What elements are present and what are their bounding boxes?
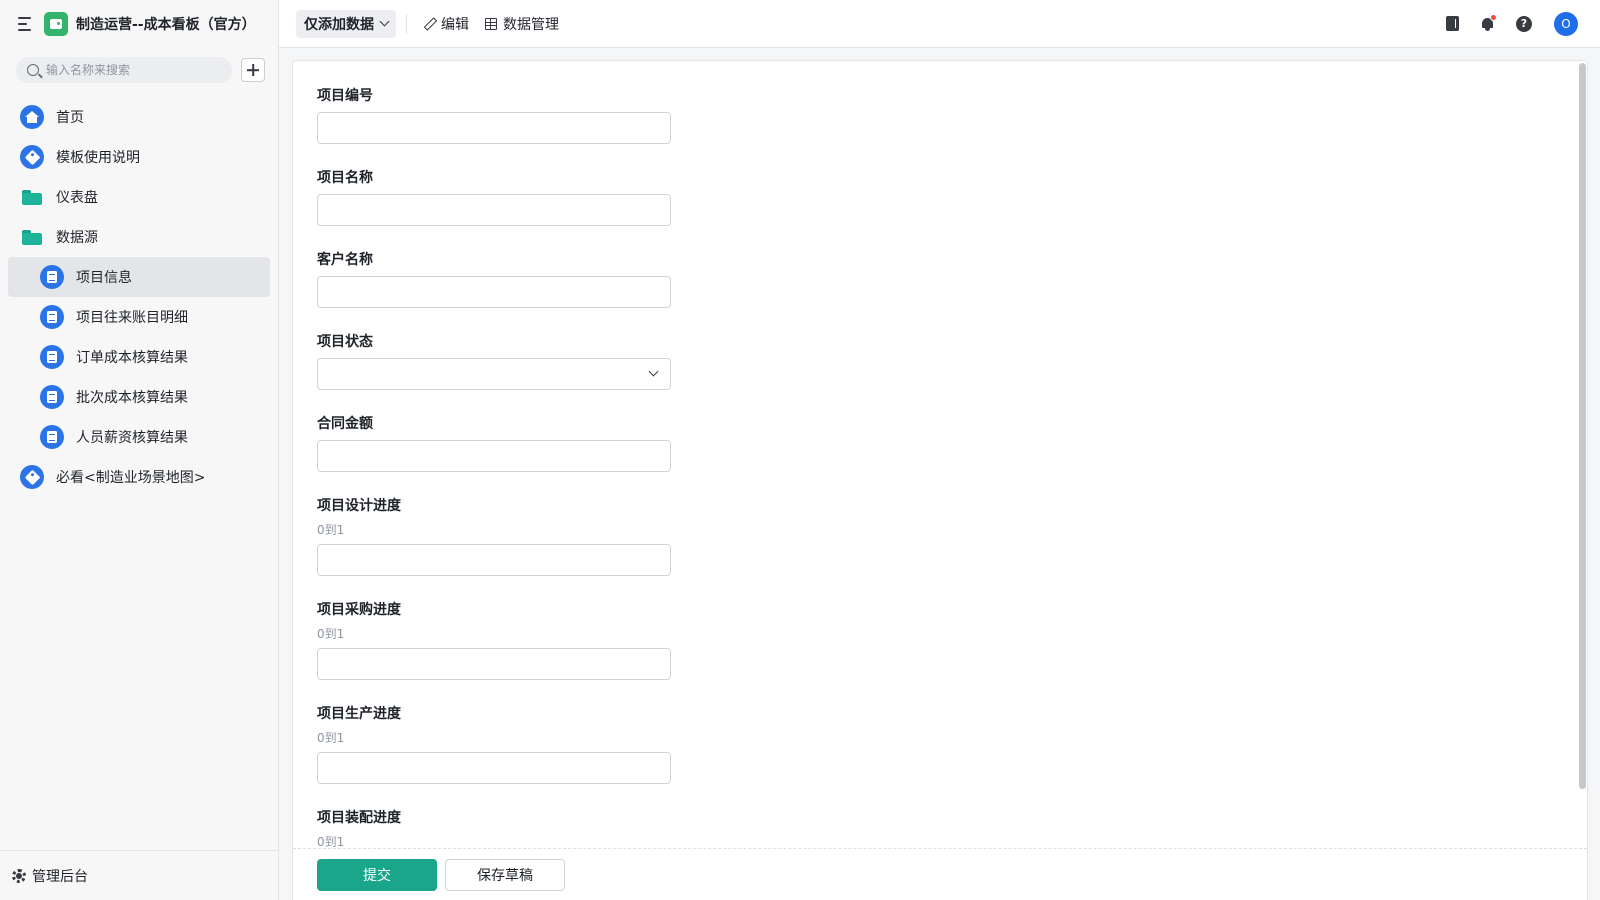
search-input[interactable]	[46, 63, 216, 77]
field-label: 项目采购进度	[317, 602, 401, 618]
notification-button[interactable]	[1481, 13, 1497, 31]
record-form: 项目编号 项目名称 客户名称 项目状态 合同金额 项目设计进度 0到1 项目采购…	[292, 60, 1588, 900]
procurement-progress-input[interactable]	[317, 648, 671, 680]
submit-button[interactable]: 提交	[317, 858, 437, 891]
field-hint: 0到1	[317, 731, 345, 745]
sidebar-item-label: 项目往来账目明细	[76, 310, 188, 326]
sidebar: 制造运营--成本看板（官方） 首页 模板使用说明 仪表盘 数据源 项目信息	[0, 0, 279, 900]
sidebar-item-project-accounts[interactable]: 项目往来账目明细	[8, 297, 270, 337]
field-label: 项目生产进度	[317, 706, 401, 722]
sidebar-item-datasource[interactable]: 数据源	[8, 217, 270, 257]
project-status-value[interactable]	[317, 358, 671, 390]
tag-icon	[20, 145, 44, 169]
sidebar-item-salary[interactable]: 人员薪资核算结果	[8, 417, 270, 457]
field-label: 项目状态	[317, 334, 373, 350]
document-icon	[40, 345, 64, 369]
field-hint: 0到1	[317, 627, 345, 641]
sidebar-item-label: 人员薪资核算结果	[76, 430, 188, 446]
field-hint: 0到1	[317, 835, 345, 848]
sidebar-item-guide[interactable]: 模板使用说明	[8, 137, 270, 177]
folder-icon	[20, 185, 44, 209]
project-status-select[interactable]	[317, 358, 671, 390]
search-box[interactable]	[16, 57, 232, 83]
project-name-input[interactable]	[317, 194, 671, 226]
field-label: 项目装配进度	[317, 810, 401, 826]
book-icon[interactable]	[1446, 16, 1459, 31]
field-label: 项目名称	[317, 170, 373, 186]
save-draft-button[interactable]: 保存草稿	[445, 858, 565, 891]
edit-button[interactable]: 编辑	[417, 10, 477, 38]
home-icon	[20, 105, 44, 129]
mode-dropdown[interactable]: 仅添加数据	[296, 9, 396, 38]
topbar: 仅添加数据 编辑 数据管理 ? O	[279, 0, 1600, 48]
help-icon[interactable]: ?	[1516, 15, 1532, 32]
form-footer: 提交 保存草稿	[293, 848, 1587, 900]
search-row	[0, 48, 278, 83]
sidebar-item-label: 数据源	[56, 230, 98, 246]
mode-dropdown-label: 仅添加数据	[304, 16, 374, 33]
data-manage-button[interactable]: 数据管理	[477, 10, 567, 38]
document-icon	[40, 265, 64, 289]
sidebar-item-label: 订单成本核算结果	[76, 350, 188, 366]
sidebar-item-label: 仪表盘	[56, 190, 98, 206]
tag-icon	[20, 465, 44, 489]
sidebar-item-dashboard[interactable]: 仪表盘	[8, 177, 270, 217]
sidebar-item-order-cost[interactable]: 订单成本核算结果	[8, 337, 270, 377]
form-scroll-area: 项目编号 项目名称 客户名称 项目状态 合同金额 项目设计进度 0到1 项目采购…	[293, 61, 1587, 848]
field-procurement-progress: 项目采购进度 0到1	[317, 599, 1563, 680]
avatar[interactable]: O	[1554, 11, 1578, 36]
field-project-name: 项目名称	[317, 167, 1563, 226]
scrollbar[interactable]	[1577, 61, 1587, 849]
field-customer-name: 客户名称	[317, 249, 1563, 308]
customer-name-input[interactable]	[317, 276, 671, 308]
add-button[interactable]	[241, 58, 265, 82]
field-label: 项目设计进度	[317, 498, 401, 514]
app-logo-icon	[44, 12, 68, 36]
app-title: 制造运营--成本看板（官方）	[76, 17, 256, 33]
sidebar-item-must-see[interactable]: 必看<制造业场景地图>	[8, 457, 270, 497]
field-assembly-progress: 项目装配进度 0到1	[317, 807, 1563, 848]
sidebar-item-label: 批次成本核算结果	[76, 390, 188, 406]
sidebar-item-label: 必看<制造业场景地图>	[56, 470, 206, 486]
sidebar-nav: 首页 模板使用说明 仪表盘 数据源 项目信息 项目往来账目明细 订单成本核算结果	[0, 97, 278, 497]
divider	[406, 13, 407, 34]
admin-console-link[interactable]: 管理后台	[0, 850, 278, 900]
document-icon	[40, 385, 64, 409]
gear-icon	[12, 868, 26, 883]
document-icon	[40, 425, 64, 449]
field-production-progress: 项目生产进度 0到1	[317, 703, 1563, 784]
field-label: 客户名称	[317, 252, 373, 268]
field-project-status: 项目状态	[317, 331, 1563, 390]
document-icon	[40, 305, 64, 329]
pencil-icon	[425, 18, 436, 29]
table-icon	[485, 17, 497, 30]
scrollbar-thumb[interactable]	[1579, 63, 1586, 789]
field-design-progress: 项目设计进度 0到1	[317, 495, 1563, 576]
field-label: 项目编号	[317, 88, 373, 104]
search-icon	[27, 64, 39, 76]
contract-amount-input[interactable]	[317, 440, 671, 472]
edit-button-label: 编辑	[441, 16, 469, 33]
topbar-actions: ? O	[1424, 11, 1578, 36]
sidebar-header: 制造运营--成本看板（官方）	[0, 0, 278, 48]
sidebar-item-home[interactable]: 首页	[8, 97, 270, 137]
chevron-down-icon	[379, 16, 390, 27]
menu-toggle-icon[interactable]	[18, 17, 34, 31]
admin-console-label: 管理后台	[32, 868, 88, 885]
sidebar-item-label: 项目信息	[76, 270, 132, 286]
design-progress-input[interactable]	[317, 544, 671, 576]
sidebar-item-batch-cost[interactable]: 批次成本核算结果	[8, 377, 270, 417]
field-project-number: 项目编号	[317, 85, 1563, 144]
data-manage-label: 数据管理	[503, 16, 559, 33]
folder-open-icon	[20, 225, 44, 249]
field-label: 合同金额	[317, 416, 373, 432]
sidebar-item-label: 首页	[56, 110, 84, 126]
field-contract-amount: 合同金额	[317, 413, 1563, 472]
sidebar-item-label: 模板使用说明	[56, 150, 140, 166]
sidebar-item-project-info[interactable]: 项目信息	[8, 257, 270, 297]
notification-dot	[1490, 13, 1497, 21]
production-progress-input[interactable]	[317, 752, 671, 784]
project-number-input[interactable]	[317, 112, 671, 144]
field-hint: 0到1	[317, 523, 345, 537]
